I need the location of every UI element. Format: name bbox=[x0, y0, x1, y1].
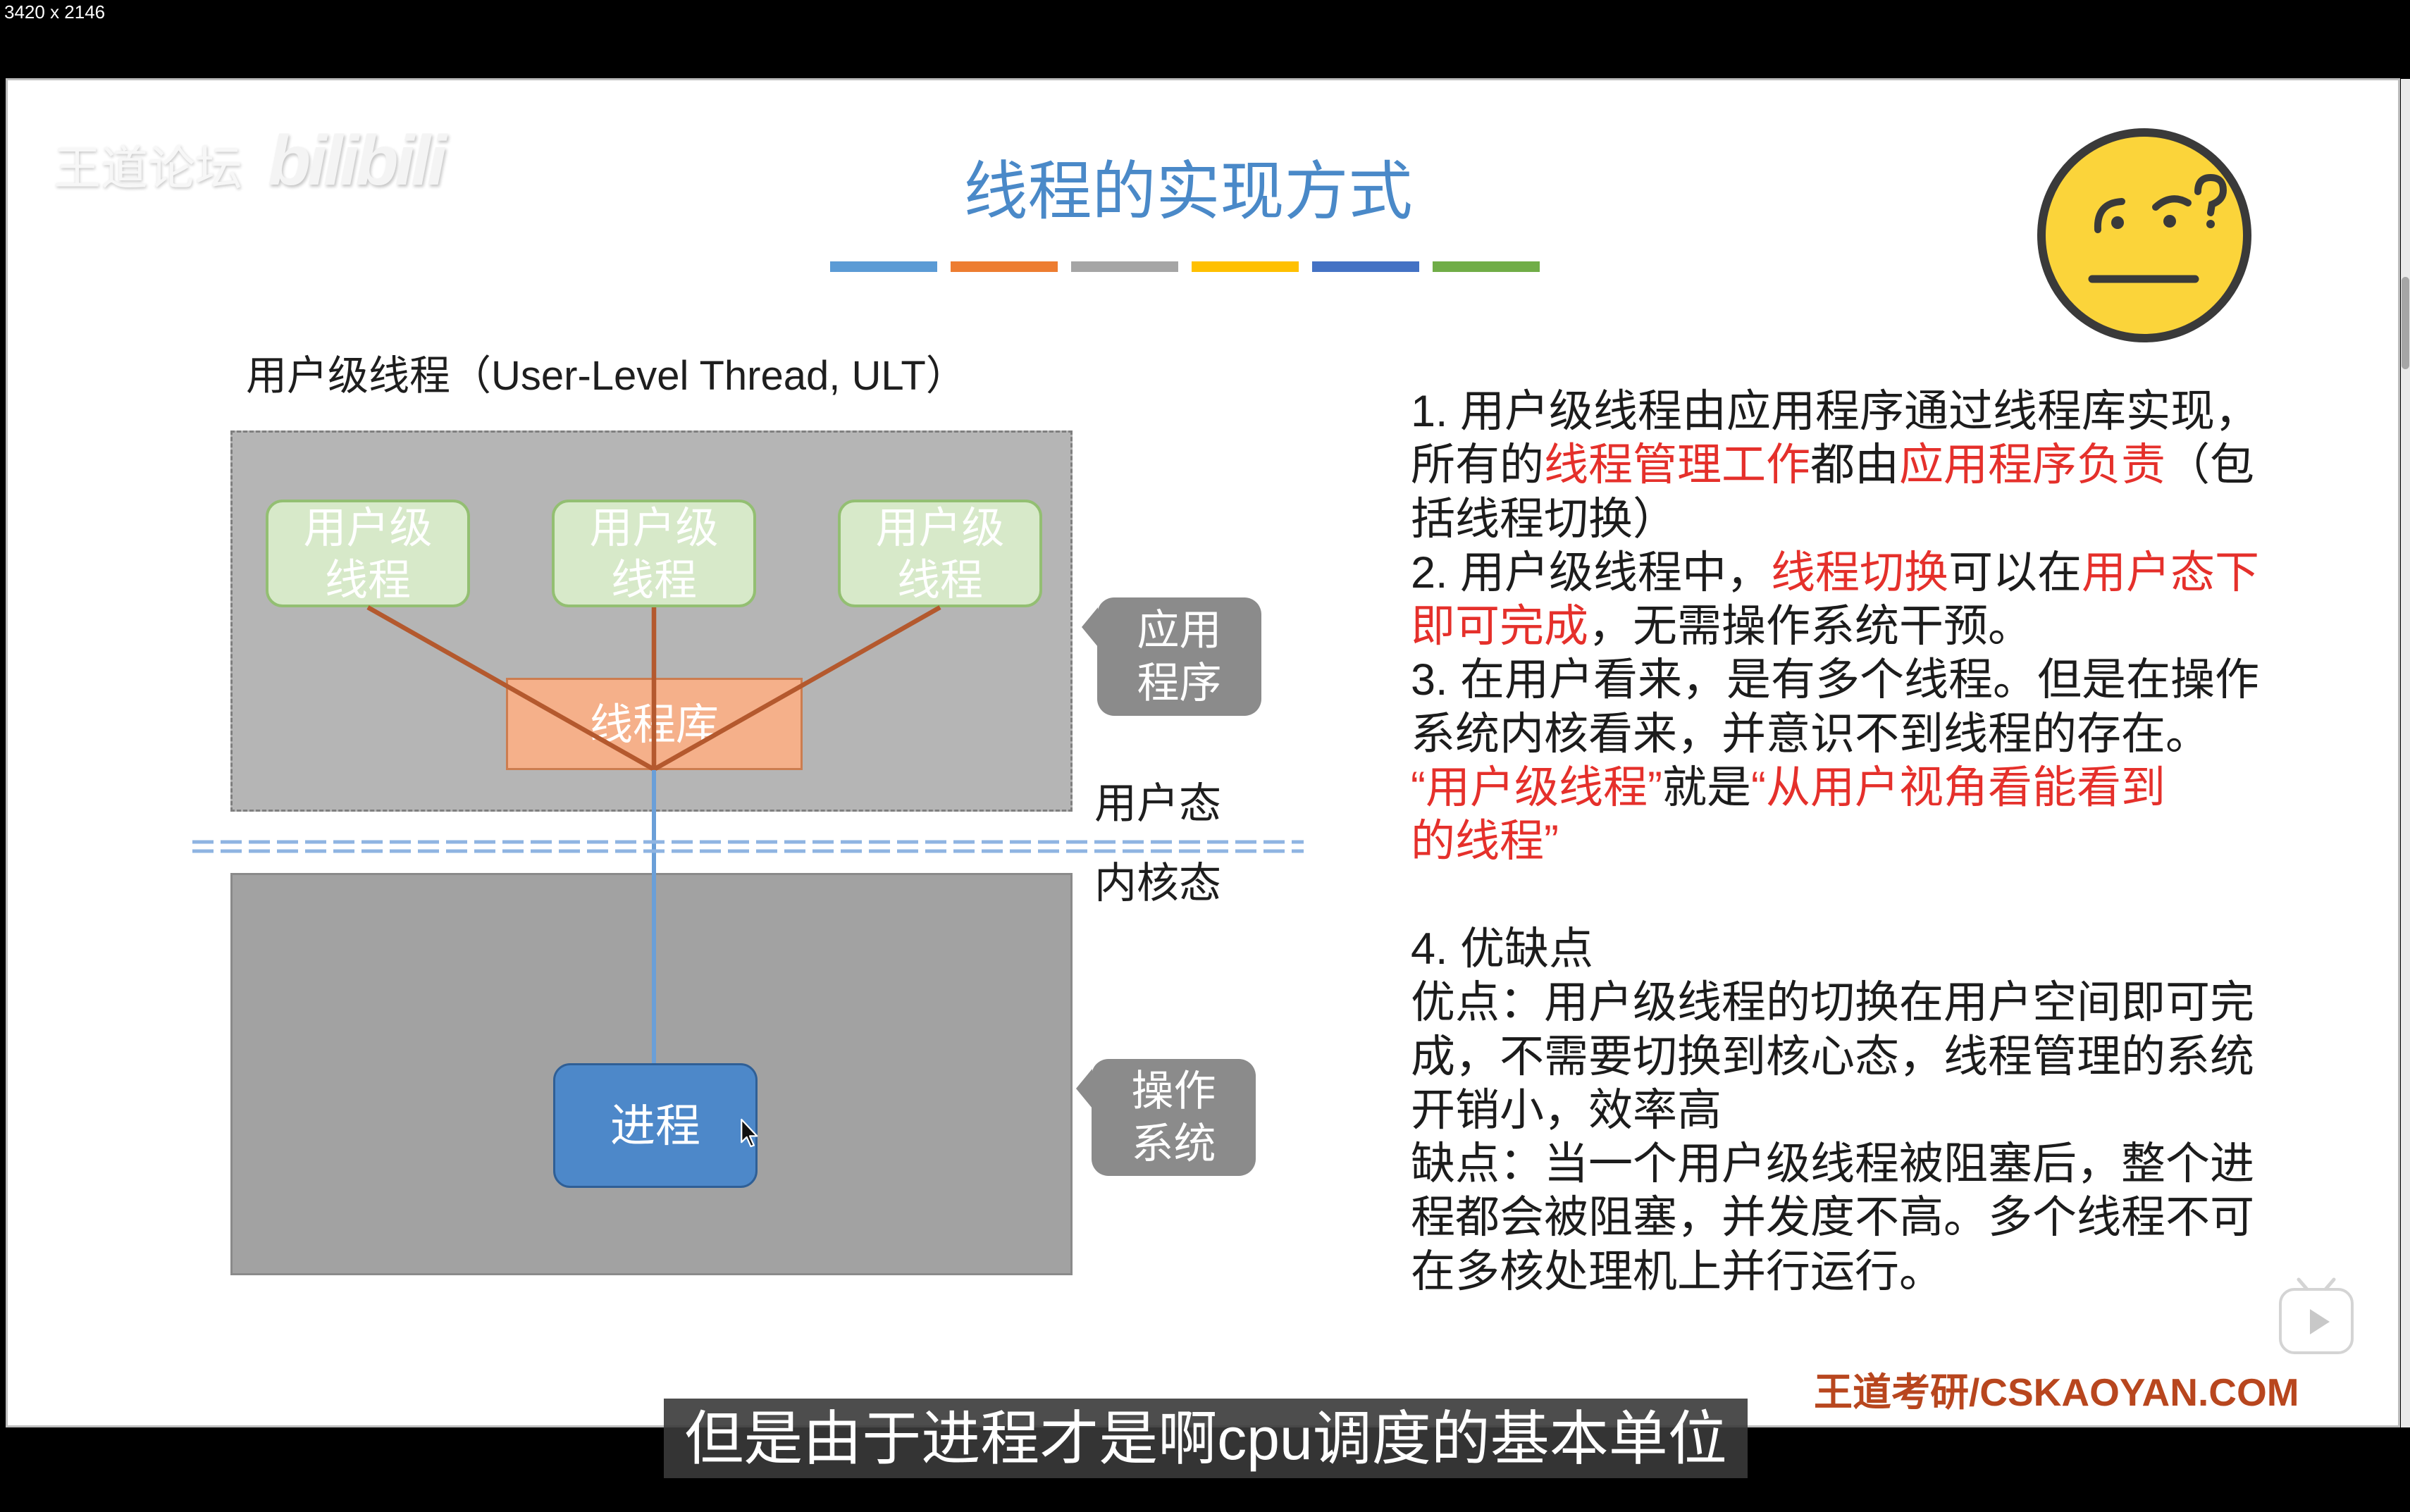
thread-label-line1: 用户级 bbox=[303, 503, 433, 552]
title-accent-bars bbox=[830, 261, 1540, 272]
body-text: 都由 bbox=[1810, 440, 1899, 490]
body-text: 就是 bbox=[1662, 763, 1751, 813]
body-text: 系统内核看来，并意识不到线程的存在。 bbox=[1411, 709, 2210, 759]
screen-size-label: 3420 x 2146 bbox=[4, 1, 106, 23]
explanation-point: 2. 用户级线程中，线程切换可以在用户态下 即可完成，无需操作系统干预。 bbox=[1411, 546, 2259, 654]
body-text: 在多核处理机上并行运行。 bbox=[1411, 1246, 1944, 1296]
body-text: 4. 优缺点 bbox=[1411, 924, 1594, 974]
user-level-thread-box: 用户级 线程 bbox=[838, 500, 1042, 607]
operating-system-callout: 操作 系统 bbox=[1076, 1059, 1256, 1176]
body-text: 1. 用户级线程由应用程序通过线程库实现， bbox=[1411, 387, 2260, 436]
accent-bar bbox=[830, 261, 937, 272]
body-text: 2. 用户级线程中， bbox=[1411, 547, 1772, 597]
explanation-line: 程都会被阻塞，并发度不高。多个线程不可 bbox=[1411, 1191, 2259, 1244]
user-mode-label: 用户态 bbox=[1094, 780, 1221, 827]
body-text: （包 bbox=[2165, 440, 2254, 490]
subtitle-text: 但是由于进程才是啊cpu调度的基本单位 bbox=[684, 1405, 1727, 1472]
highlighted-text: “用户级线程” bbox=[1411, 763, 1662, 813]
body-text: 成，不需要切换到核心态，线程管理的系统 bbox=[1411, 1031, 2254, 1082]
explanation-line: 即可完成，无需操作系统干预。 bbox=[1411, 600, 2259, 653]
highlighted-text: 即可完成 bbox=[1411, 602, 1588, 652]
application-callout: 应用 程序 bbox=[1082, 597, 1261, 716]
confused-face-icon bbox=[2037, 128, 2251, 342]
thread-label-line1: 用户级 bbox=[589, 503, 719, 552]
thread-label-line2: 线程 bbox=[896, 555, 983, 604]
accent-bar bbox=[1192, 261, 1299, 272]
explanation-panel: 1. 用户级线程由应用程序通过线程库实现， 所有的线程管理工作都由应用程序负责（包… bbox=[1411, 385, 2259, 1299]
explanation-line: 3. 在用户看来，是有多个线程。但是在操作 bbox=[1411, 653, 2259, 707]
kernel-mode-label: 内核态 bbox=[1094, 860, 1221, 907]
slide-title: 线程的实现方式 bbox=[963, 156, 1413, 228]
explanation-line: 1. 用户级线程由应用程序通过线程库实现， bbox=[1411, 385, 2259, 438]
thread-library-box: 线程库 bbox=[506, 678, 803, 770]
mouse-pointer-icon bbox=[741, 1118, 758, 1148]
explanation-line: 所有的线程管理工作都由应用程序负责（包 bbox=[1411, 438, 2259, 492]
explanation-line: 成，不需要切换到核心态，线程管理的系统 bbox=[1411, 1030, 2259, 1084]
explanation-line: 2. 用户级线程中，线程切换可以在用户态下 bbox=[1411, 546, 2259, 600]
user-level-thread-box: 用户级 线程 bbox=[552, 500, 756, 607]
explanation-line: 缺点：当一个用户级线程被阻塞后，整个进 bbox=[1411, 1137, 2259, 1191]
body-text: 所有的 bbox=[1411, 440, 1544, 490]
highlighted-text: “从用户视角看能看到 bbox=[1750, 763, 2165, 813]
play-icon[interactable] bbox=[2278, 1277, 2355, 1356]
accent-bar bbox=[1312, 261, 1419, 272]
callout-line2: 程序 bbox=[1137, 659, 1222, 707]
callout-line2: 系统 bbox=[1131, 1120, 1216, 1167]
explanation-point: 4. 优缺点 优点：用户级线程的切换在用户空间即可完 成，不需要切换到核心态，线程管… bbox=[1411, 922, 2259, 1299]
body-text: ，无需操作系统干预。 bbox=[1588, 602, 2032, 652]
thread-label-line1: 用户级 bbox=[875, 503, 1005, 552]
explanation-line: 4. 优缺点 bbox=[1411, 922, 2259, 976]
subtitle-overlay: 但是由于进程才是啊cpu调度的基本单位 bbox=[664, 1399, 1748, 1478]
body-text: 可以在 bbox=[1948, 547, 2082, 597]
body-text: 优点：用户级线程的切换在用户空间即可完 bbox=[1411, 978, 2254, 1028]
callout-line1: 应用 bbox=[1137, 607, 1222, 654]
explanation-line: 开销小，效率高 bbox=[1411, 1084, 2259, 1137]
user-level-thread-box: 用户级 线程 bbox=[266, 500, 470, 607]
body-text: 括线程切换） bbox=[1411, 494, 1677, 544]
watermark-brand: 王道论坛 bbox=[54, 142, 242, 195]
body-text: 3. 在用户看来，是有多个线程。但是在操作 bbox=[1411, 655, 2260, 705]
thread-label-line2: 线程 bbox=[324, 555, 411, 604]
explanation-line: 优点：用户级线程的切换在用户空间即可完 bbox=[1411, 976, 2259, 1029]
scrollbar-thumb[interactable] bbox=[2402, 277, 2409, 369]
explanation-line: 系统内核看来，并意识不到线程的存在。 bbox=[1411, 707, 2259, 761]
explanation-line: “用户级线程”就是“从用户视角看能看到 bbox=[1411, 761, 2259, 814]
body-text: 程都会被阻塞，并发度不高。多个线程不可 bbox=[1411, 1193, 2254, 1243]
diagram-heading: 用户级线程（User-Level Thread, ULT） bbox=[246, 353, 967, 399]
callout-line1: 操作 bbox=[1131, 1067, 1216, 1115]
explanation-point: 1. 用户级线程由应用程序通过线程库实现， 所有的线程管理工作都由应用程序负责（包… bbox=[1411, 385, 2259, 546]
accent-bar bbox=[951, 261, 1058, 272]
highlighted-text: 线程切换 bbox=[1771, 547, 1949, 597]
process-box: 进程 bbox=[553, 1063, 758, 1188]
accent-bar bbox=[1071, 261, 1178, 272]
explanation-line: 括线程切换） bbox=[1411, 492, 2259, 546]
body-text: 缺点：当一个用户级线程被阻塞后，整个进 bbox=[1411, 1139, 2254, 1189]
highlighted-text: 用户态下 bbox=[2082, 547, 2260, 597]
thread-label-line2: 线程 bbox=[610, 555, 697, 604]
explanation-line: 的线程” bbox=[1411, 814, 2259, 868]
watermark-site-logo: bilibili bbox=[268, 121, 447, 200]
highlighted-text: 线程管理工作 bbox=[1544, 440, 1810, 490]
explanation-line: 在多核处理机上并行运行。 bbox=[1411, 1245, 2259, 1299]
highlighted-text: 的线程” bbox=[1411, 817, 1559, 867]
accent-bar bbox=[1433, 261, 1540, 272]
highlighted-text: 应用程序负责 bbox=[1899, 440, 2165, 490]
body-text: 开销小，效率高 bbox=[1411, 1085, 1722, 1135]
slide-footer-brand: 王道考研/CSKAOYAN.COM bbox=[1814, 1370, 2299, 1414]
explanation-point: 3. 在用户看来，是有多个线程。但是在操作 系统内核看来，并意识不到线程的存在。 “… bbox=[1411, 653, 2259, 868]
